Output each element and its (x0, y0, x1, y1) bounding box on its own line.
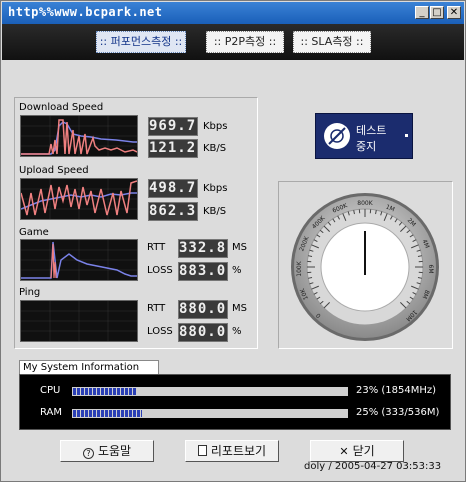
ping-label: Ping (19, 287, 41, 298)
help-button[interactable]: ? 도움말 (60, 440, 154, 462)
cpu-label: CPU (40, 385, 61, 396)
cpu-bar-fill (73, 388, 136, 395)
help-icon: ? (82, 448, 94, 459)
ram-bar (72, 409, 348, 418)
download-kbs-display: 121.2 (148, 139, 198, 158)
game-rtt-unit: MS (232, 242, 247, 253)
help-button-label: 도움말 (97, 444, 132, 458)
tab-sla[interactable]: :: SLA측정 :: (293, 31, 371, 53)
ping-rtt-display: 880.0 (178, 300, 228, 319)
report-icon (197, 445, 207, 456)
game-loss-display: 883.0 (178, 262, 228, 281)
download-graph (20, 115, 138, 157)
upload-graph (20, 178, 138, 220)
report-button[interactable]: 리포트보기 (185, 440, 279, 462)
speed-gauge: 0 10K 100K 200K 400K 600K 800K 1M 2M 4M 6M 8M 10M (288, 191, 442, 343)
window-title: http%%www.bcpark.net (8, 5, 163, 19)
ping-graph (20, 300, 138, 342)
title-bar[interactable]: http%%www.bcpark.net _ □ ✕ (2, 2, 464, 24)
game-loss-unit: % (232, 265, 242, 276)
close-window-button[interactable]: ✕ (447, 6, 461, 19)
tab-bar: :: 퍼포먼스측정 :: :: P2P측정 :: :: SLA측정 :: (2, 24, 464, 60)
ram-label: RAM (40, 407, 63, 418)
ping-loss-label: LOSS (147, 326, 173, 337)
system-info-title: My System Information (19, 360, 159, 374)
minimize-button[interactable]: _ (415, 6, 429, 19)
ping-loss-unit: % (232, 326, 242, 337)
upload-kbps-display: 498.7 (148, 179, 198, 198)
gauge-tick-label: 6M (427, 265, 434, 274)
game-loss-label: LOSS (147, 265, 173, 276)
gauge-tick-label: 800K (357, 200, 373, 207)
download-kbps-display: 969.7 (148, 117, 198, 136)
upload-kbps-unit: Kbps (203, 183, 228, 194)
system-info-content: CPU 23% (1854MHz) RAM 25% (333/536M) (19, 374, 451, 430)
game-label: Game (19, 227, 49, 238)
stop-label-line2: 중지 (356, 140, 377, 153)
ping-rtt-label: RTT (147, 303, 166, 314)
game-rtt-label: RTT (147, 242, 166, 253)
ram-value: 25% (333/536M) (356, 407, 440, 418)
download-kbs-unit: KB/S (203, 143, 227, 154)
stop-icon (324, 123, 350, 149)
close-button-label: 닫기 (352, 444, 375, 458)
game-rtt-display: 332.8 (178, 239, 228, 258)
ram-bar-fill (73, 410, 142, 417)
cpu-bar (72, 387, 348, 396)
close-button[interactable]: ✕ 닫기 (310, 440, 404, 462)
ping-loss-display: 880.0 (178, 323, 228, 342)
upload-kbs-display: 862.3 (148, 202, 198, 221)
cpu-value: 23% (1854MHz) (356, 385, 437, 396)
dropdown-dot-icon (405, 134, 408, 137)
close-icon: ✕ (339, 445, 349, 458)
app-window: http%%www.bcpark.net _ □ ✕ :: 퍼포먼스측정 :: … (0, 0, 466, 482)
gauge-tick-label: 100K (296, 260, 303, 276)
upload-label: Upload Speed (19, 165, 89, 176)
download-label: Download Speed (19, 102, 104, 113)
stop-label-line1: 테스트 (356, 124, 387, 137)
maximize-button[interactable]: □ (430, 6, 444, 19)
download-kbps-unit: Kbps (203, 121, 228, 132)
tab-performance[interactable]: :: 퍼포먼스측정 :: (96, 31, 186, 53)
system-info-panel: My System Information CPU 23% (1854MHz) … (15, 360, 453, 430)
ping-rtt-unit: MS (232, 303, 247, 314)
report-button-label: 리포트보기 (210, 444, 267, 458)
game-graph (20, 239, 138, 281)
tab-p2p[interactable]: :: P2P측정 :: (206, 31, 284, 53)
stop-test-button[interactable]: 테스트 중지 (315, 113, 413, 159)
timestamp-footer: doly / 2005-04-27 03:53:33 (304, 461, 442, 472)
upload-kbs-unit: KB/S (203, 206, 227, 217)
